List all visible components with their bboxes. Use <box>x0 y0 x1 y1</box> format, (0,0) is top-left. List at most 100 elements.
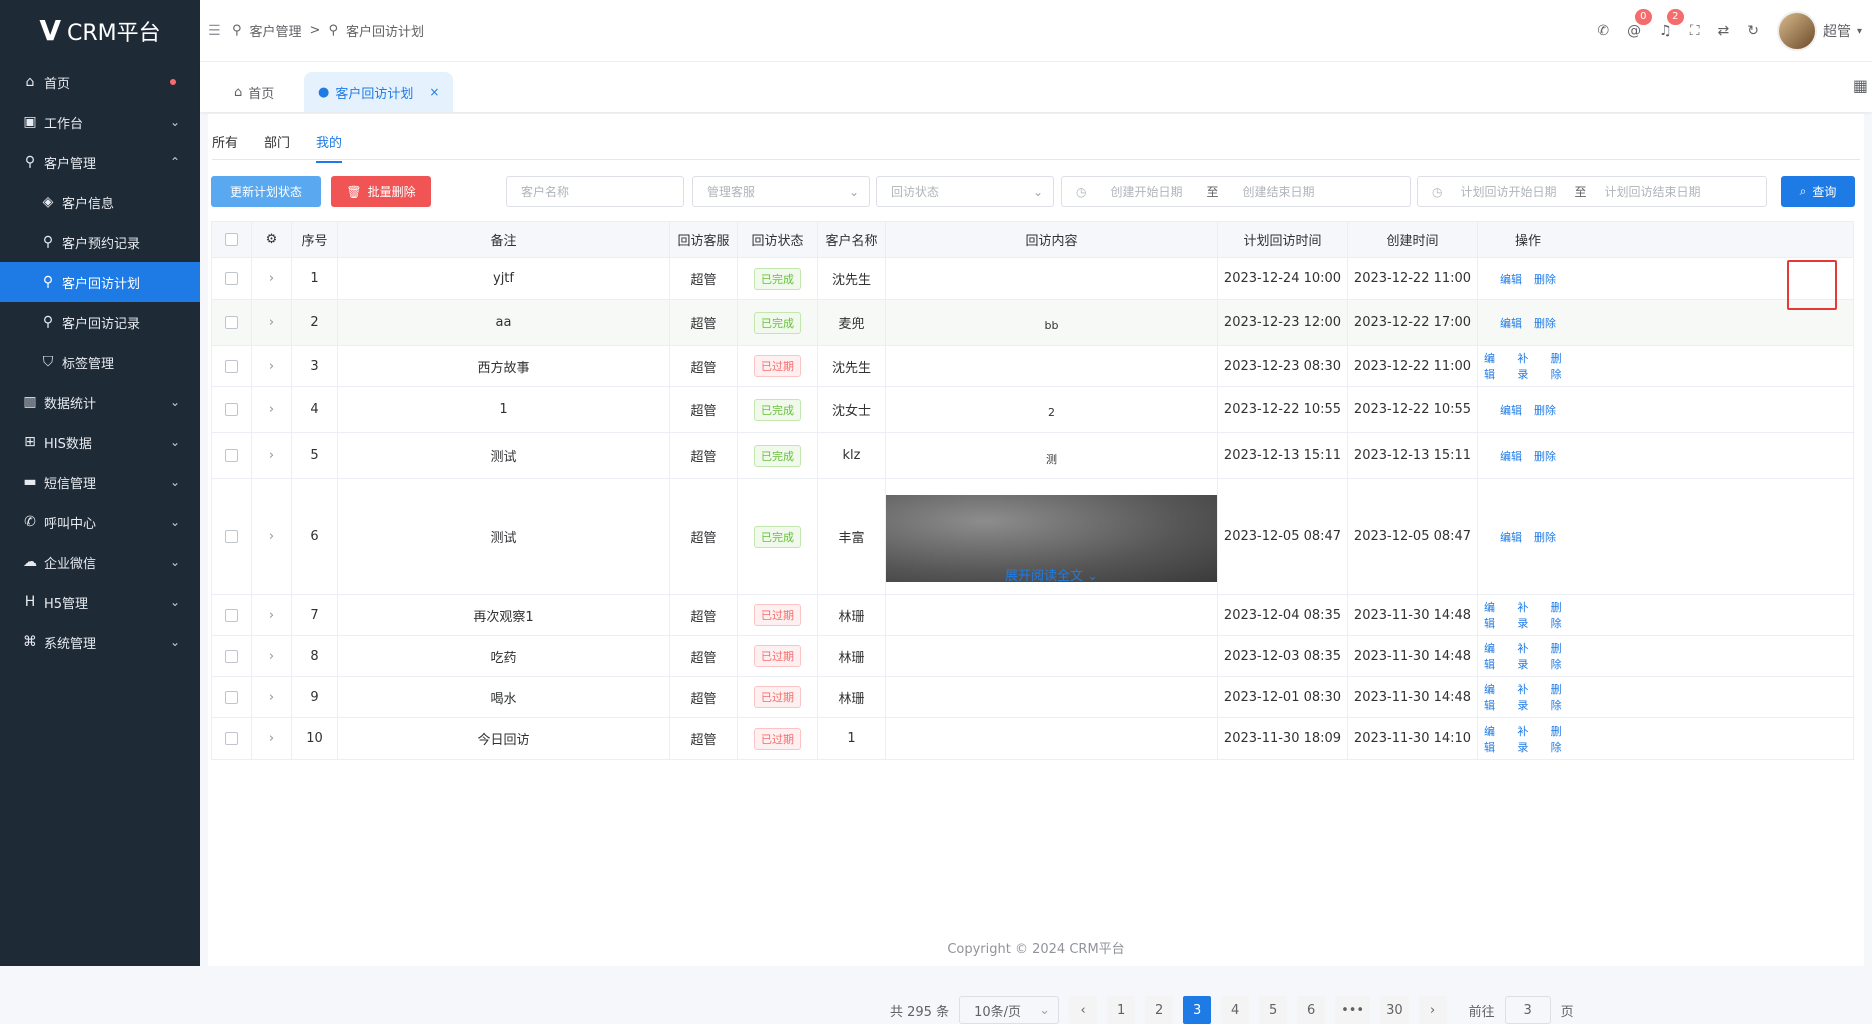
create-date-range[interactable]: ◷ 创建开始日期 至 创建结束日期 <box>1061 176 1411 207</box>
sidebar-item-1[interactable]: ▣ 工作台 ⌄ <box>0 102 200 142</box>
row-select[interactable] <box>212 595 252 635</box>
row-expand[interactable]: › <box>252 300 292 345</box>
delete-link[interactable]: 删除 <box>1534 315 1556 331</box>
delete-link[interactable]: 删除 <box>1534 271 1556 287</box>
goto-page-input[interactable]: 3 <box>1504 996 1551 1024</box>
manager-select[interactable]: 管理客服 ⌄ <box>692 176 870 207</box>
page-size-select[interactable]: 10条/页 ⌄ <box>959 996 1060 1024</box>
next-page-button[interactable]: › <box>1418 996 1447 1024</box>
header-select-all[interactable] <box>212 222 252 257</box>
row-select[interactable] <box>212 300 252 345</box>
row-expand[interactable]: › <box>252 595 292 635</box>
row-checkbox[interactable] <box>225 732 238 745</box>
chevron-right-icon[interactable]: › <box>269 271 274 286</box>
delete-link[interactable]: 删除 <box>1551 640 1572 672</box>
read-more-link[interactable]: 展开阅读全文 ⌄ <box>886 565 1217 584</box>
row-checkbox[interactable] <box>225 316 238 329</box>
edit-link[interactable]: 编辑 <box>1500 402 1522 418</box>
row-checkbox[interactable] <box>225 272 238 285</box>
edit-link[interactable]: 编辑 <box>1500 529 1522 545</box>
row-checkbox[interactable] <box>225 403 238 416</box>
row-select[interactable] <box>212 636 252 676</box>
delete-link[interactable]: 删除 <box>1534 402 1556 418</box>
chevron-right-icon[interactable]: › <box>269 402 274 417</box>
chevron-right-icon[interactable]: › <box>269 448 274 463</box>
row-checkbox[interactable] <box>225 649 238 663</box>
sidebar-item-6[interactable]: ⚲ 客户回访记录 <box>0 302 200 342</box>
page-button[interactable]: 30 <box>1380 996 1409 1024</box>
breadcrumb-level1[interactable]: 客户管理 <box>250 21 302 40</box>
page-button[interactable]: 1 <box>1107 996 1136 1024</box>
translate-icon[interactable]: ⇄ <box>1718 23 1730 39</box>
row-checkbox[interactable] <box>225 449 238 462</box>
chevron-right-icon[interactable]: › <box>269 359 274 374</box>
sidebar-item-3[interactable]: ◈ 客户信息 <box>0 182 200 222</box>
user-menu[interactable]: 超管 ▾ <box>1776 11 1862 51</box>
sidebar-item-7[interactable]: ⛉ 标签管理 <box>0 342 200 382</box>
batch-delete-button[interactable]: 🗑 批量删除 <box>331 176 431 207</box>
sidebar-item-10[interactable]: ▬ 短信管理 ⌄ <box>0 462 200 502</box>
sidebar-item-8[interactable]: ▥ 数据统计 ⌄ <box>0 382 200 422</box>
prev-page-button[interactable]: ‹ <box>1069 996 1098 1024</box>
chevron-right-icon[interactable]: › <box>269 731 274 746</box>
edit-link[interactable]: 编辑 <box>1484 640 1505 672</box>
page-button[interactable]: 2 <box>1145 996 1174 1024</box>
delete-link[interactable]: 删除 <box>1551 350 1572 382</box>
delete-link[interactable]: 删除 <box>1551 681 1572 713</box>
grid-icon[interactable]: ▦ <box>1853 76 1868 95</box>
row-select[interactable] <box>212 433 252 478</box>
bell-notice[interactable]: ♫ 2 <box>1659 9 1684 39</box>
edit-link[interactable]: 编辑 <box>1500 448 1522 464</box>
edit-link[interactable]: 编辑 <box>1500 315 1522 331</box>
row-select[interactable] <box>212 677 252 717</box>
brand-logo[interactable]: V CRM平台 <box>0 0 200 62</box>
sidebar-item-4[interactable]: ⚲ 客户预约记录 <box>0 222 200 262</box>
gear-icon[interactable]: ⚙ <box>266 232 278 247</box>
chevron-right-icon[interactable]: › <box>269 529 274 544</box>
supplement-link[interactable]: 补录 <box>1517 599 1538 631</box>
delete-link[interactable]: 删除 <box>1551 723 1572 755</box>
phone-icon[interactable]: ✆ <box>1597 23 1609 39</box>
supplement-link[interactable]: 补录 <box>1517 640 1538 672</box>
mail-notice[interactable]: @0 <box>1627 9 1652 39</box>
page-button[interactable]: 3 <box>1183 996 1212 1024</box>
sidebar-item-11[interactable]: ✆ 呼叫中心 ⌄ <box>0 502 200 542</box>
row-select[interactable] <box>212 346 252 386</box>
update-status-button[interactable]: 更新计划状态 <box>211 176 321 207</box>
edit-link[interactable]: 编辑 <box>1484 681 1505 713</box>
delete-link[interactable]: 删除 <box>1551 599 1572 631</box>
row-select[interactable] <box>212 387 252 432</box>
row-select[interactable] <box>212 479 252 594</box>
chevron-right-icon[interactable]: › <box>269 690 274 705</box>
sidebar-item-2[interactable]: ⚲ 客户管理 ⌃ <box>0 142 200 182</box>
row-expand[interactable]: › <box>252 479 292 594</box>
page-button[interactable]: 6 <box>1297 996 1326 1024</box>
row-expand[interactable]: › <box>252 387 292 432</box>
tab-current[interactable]: ● 客户回访计划 × <box>304 72 454 112</box>
row-expand[interactable]: › <box>252 636 292 676</box>
fullscreen-icon[interactable]: ⛶ <box>1690 23 1700 39</box>
chevron-right-icon[interactable]: › <box>269 315 274 330</box>
select-all-checkbox[interactable] <box>225 233 238 246</box>
delete-link[interactable]: 删除 <box>1534 529 1556 545</box>
supplement-link[interactable]: 补录 <box>1517 723 1538 755</box>
row-expand[interactable]: › <box>252 346 292 386</box>
delete-link[interactable]: 删除 <box>1534 448 1556 464</box>
row-select[interactable] <box>212 258 252 299</box>
edit-link[interactable]: 编辑 <box>1484 723 1505 755</box>
row-select[interactable] <box>212 718 252 759</box>
plan-date-range[interactable]: ◷ 计划回访开始日期 至 计划回访结束日期 <box>1417 176 1767 207</box>
page-button[interactable]: 4 <box>1221 996 1250 1024</box>
tab-close-icon[interactable]: × <box>429 85 439 99</box>
row-checkbox[interactable] <box>225 359 238 373</box>
sidebar-item-12[interactable]: ☁ 企业微信 ⌄ <box>0 542 200 582</box>
row-checkbox[interactable] <box>225 530 238 543</box>
customer-name-input[interactable]: 客户名称 <box>506 176 684 207</box>
edit-link[interactable]: 编辑 <box>1500 271 1522 287</box>
chevron-right-icon[interactable]: › <box>269 649 274 664</box>
row-expand[interactable]: › <box>252 677 292 717</box>
row-expand[interactable]: › <box>252 258 292 299</box>
refresh-icon[interactable]: ↻ <box>1747 23 1759 39</box>
sidebar-item-5[interactable]: ⚲ 客户回访计划 <box>0 262 200 302</box>
sidebar-item-0[interactable]: ⌂ 首页 <box>0 62 200 102</box>
